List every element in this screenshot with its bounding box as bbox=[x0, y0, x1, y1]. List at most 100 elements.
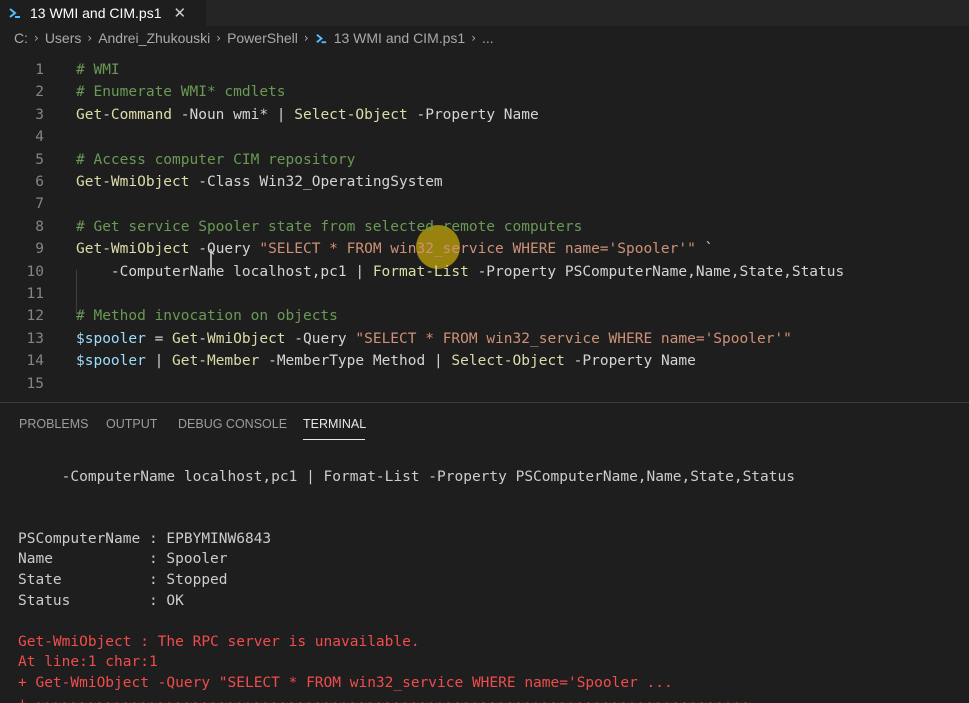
terminal-line: Get-WmiObject : The RPC server is unavai… bbox=[18, 633, 420, 650]
code-line[interactable]: 3 Get-Command -Noun wmi* | Select-Object … bbox=[0, 104, 969, 126]
code-line[interactable]: 6 Get-WmiObject -Class Win32_OperatingSys… bbox=[0, 171, 969, 193]
line-number: 6 bbox=[35, 174, 44, 190]
line-number: 7 bbox=[35, 196, 44, 213]
code-text: # Access computer CIM repository bbox=[76, 149, 355, 171]
code-token: Select-Object bbox=[451, 353, 565, 370]
code-token: -Property Name bbox=[564, 353, 696, 370]
tab-debug-console[interactable]: DEBUG CONSOLE bbox=[178, 417, 287, 431]
code-line[interactable]: 15 bbox=[0, 373, 969, 395]
breadcrumb-item-powershell[interactable]: PowerShell bbox=[227, 30, 298, 46]
code-line[interactable]: 14 $spooler | Get-Member -MemberType Meth… bbox=[0, 350, 969, 372]
tab-problems[interactable]: PROBLEMS bbox=[19, 417, 88, 431]
terminal-line: + ~~~~~~~~~~~~~~~~~~~~~~~~~~~~~~~~~~~~~~… bbox=[18, 694, 751, 703]
code-token: # Enumerate WMI* cmdlets bbox=[76, 84, 286, 101]
code-token: -Class Win32_OperatingSystem bbox=[189, 174, 443, 190]
code-token: # Method invocation on objects bbox=[76, 308, 338, 325]
code-text: # Enumerate WMI* cmdlets bbox=[76, 81, 286, 103]
code-token: $spooler bbox=[76, 353, 146, 370]
code-line[interactable]: 7 bbox=[0, 193, 969, 215]
code-token: Get-WmiObject bbox=[76, 241, 190, 258]
line-number: 11 bbox=[26, 286, 44, 302]
code-token: = bbox=[145, 330, 173, 347]
code-token: "SELECT * FROM win32_service WHERE name=… bbox=[355, 330, 792, 347]
tab-output[interactable]: OUTPUT bbox=[106, 417, 157, 431]
editor-tab-bar: 13 WMI and CIM.ps1 ✕ bbox=[0, 0, 969, 26]
line-number: 13 bbox=[26, 330, 44, 347]
code-text: # WMI bbox=[76, 59, 120, 81]
code-text: Get-WmiObject -Query "SELECT * FROM win3… bbox=[76, 238, 713, 260]
code-line[interactable]: 11 bbox=[0, 283, 969, 305]
breadcrumb-item-user[interactable]: Andrei_Zhukouski bbox=[98, 30, 210, 46]
tab-label: 13 WMI and CIM.ps1 bbox=[30, 5, 162, 21]
code-text: # Get service Spooler state from selecte… bbox=[76, 216, 582, 238]
line-number: 12 bbox=[26, 308, 44, 325]
code-line[interactable]: 5 # Access computer CIM repository bbox=[0, 149, 969, 171]
breadcrumb: C: › Users › Andrei_Zhukouski › PowerShe… bbox=[0, 26, 969, 50]
vscode-window: 13 WMI and CIM.ps1 ✕ C: › Users › Andrei… bbox=[0, 0, 969, 703]
breadcrumb-item-file[interactable]: 13 WMI and CIM.ps1 bbox=[334, 30, 466, 46]
tab-13-wmi-and-cim[interactable]: 13 WMI and CIM.ps1 ✕ bbox=[0, 0, 206, 26]
code-line[interactable]: 2 # Enumerate WMI* cmdlets bbox=[0, 81, 969, 103]
powershell-icon bbox=[8, 5, 24, 21]
line-number: 14 bbox=[26, 353, 44, 370]
line-number: 15 bbox=[26, 375, 44, 392]
line-number: 10 bbox=[26, 263, 44, 280]
powershell-icon bbox=[315, 32, 328, 45]
panel-tab-bar: PROBLEMS OUTPUT DEBUG CONSOLE TERMINAL bbox=[0, 403, 969, 443]
line-number: 1 bbox=[35, 62, 44, 78]
code-line[interactable]: 9 Get-WmiObject -Query "SELECT * FROM win… bbox=[0, 238, 969, 260]
code-token: "SELECT * FROM win32_service WHERE name=… bbox=[259, 241, 696, 258]
line-number: 8 bbox=[35, 218, 44, 235]
code-line[interactable]: 1 # WMI bbox=[0, 59, 969, 81]
code-text: $spooler = Get-WmiObject -Query "SELECT … bbox=[76, 328, 792, 350]
code-token: -ComputerName localhost,pc1 | bbox=[76, 263, 373, 280]
code-text: Get-Command -Noun wmi* | Select-Object -… bbox=[76, 104, 539, 126]
terminal-line: State : Stopped bbox=[18, 572, 228, 588]
code-token: # WMI bbox=[76, 62, 120, 78]
code-text: # Method invocation on objects bbox=[76, 305, 338, 327]
code-token: -Query bbox=[285, 330, 356, 347]
code-line[interactable]: 4 bbox=[0, 126, 969, 148]
code-token: $spooler bbox=[76, 330, 146, 347]
code-line[interactable]: 13 $spooler = Get-WmiObject -Query "SELEC… bbox=[0, 328, 969, 350]
terminal-line: At line:1 char:1 bbox=[18, 654, 158, 671]
chevron-right-icon: › bbox=[471, 31, 477, 45]
bottom-panel: PROBLEMS OUTPUT DEBUG CONSOLE TERMINAL -… bbox=[0, 402, 969, 703]
code-token: -MemberType Method | bbox=[259, 353, 452, 370]
chevron-right-icon: › bbox=[34, 31, 39, 45]
code-line[interactable]: 8 # Get service Spooler state from select… bbox=[0, 216, 969, 238]
terminal-line: Name : Spooler bbox=[18, 551, 228, 568]
code-token: # Get service Spooler state from selecte… bbox=[76, 218, 583, 235]
code-line[interactable]: 10 -ComputerName localhost,pc1 | Format-… bbox=[0, 261, 969, 283]
code-token: Format-List bbox=[372, 263, 469, 280]
tab-terminal[interactable]: TERMINAL bbox=[303, 417, 366, 431]
line-number: 5 bbox=[35, 151, 44, 168]
code-token: | bbox=[145, 353, 173, 370]
code-token: Get-WmiObject bbox=[76, 174, 190, 190]
breadcrumb-item-symbols[interactable]: ... bbox=[482, 30, 494, 46]
code-token: -Query bbox=[189, 241, 260, 258]
terminal-output[interactable]: -ComputerName localhost,pc1 | Format-Lis… bbox=[0, 443, 969, 703]
terminal-line: Status : OK bbox=[18, 592, 184, 609]
breadcrumb-item-users[interactable]: Users bbox=[45, 30, 82, 46]
code-line[interactable]: 12 # Method invocation on objects bbox=[0, 305, 969, 327]
code-editor[interactable]: 1 # WMI 2 # Enumerate WMI* cmdlets 3 Get-Comm… bbox=[0, 50, 969, 402]
code-token: ` bbox=[695, 241, 714, 258]
chevron-right-icon: › bbox=[303, 31, 309, 45]
terminal-line: -ComputerName localhost,pc1 | Format-Lis… bbox=[18, 469, 795, 485]
code-token: -Property PSComputerName,Name,State,Stat… bbox=[468, 263, 845, 280]
code-token: Get-Command bbox=[76, 106, 173, 123]
chevron-right-icon: › bbox=[87, 31, 93, 45]
breadcrumb-item-drive[interactable]: C: bbox=[14, 30, 28, 46]
code-text: $spooler | Get-Member -MemberType Method… bbox=[76, 350, 696, 372]
terminal-line: PSComputerName : EPBYMINW6843 bbox=[18, 530, 272, 547]
close-icon[interactable]: ✕ bbox=[174, 5, 187, 21]
terminal-line: + Get-WmiObject -Query "SELECT * FROM wi… bbox=[18, 675, 673, 691]
code-text: -ComputerName localhost,pc1 | Format-Lis… bbox=[76, 261, 844, 283]
line-number: 3 bbox=[35, 106, 44, 123]
line-number: 4 bbox=[35, 129, 44, 146]
code-token: Select-Object bbox=[294, 106, 408, 123]
active-tab-indicator bbox=[303, 439, 365, 440]
chevron-right-icon: › bbox=[216, 31, 222, 45]
code-token: -Property Name bbox=[407, 106, 539, 123]
